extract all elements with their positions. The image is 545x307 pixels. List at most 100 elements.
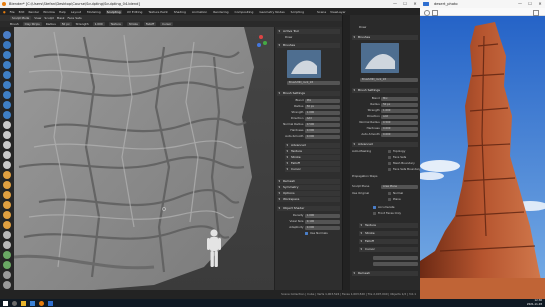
- menu-view[interactable]: View: [34, 16, 41, 20]
- props-cursor-slider[interactable]: [373, 255, 418, 260]
- 3d-viewport[interactable]: [14, 27, 274, 290]
- nudge-tool-icon[interactable]: [3, 231, 11, 239]
- active-tool-header[interactable]: Active Tool: [277, 29, 340, 34]
- hardness-row[interactable]: Hardness 0.000: [277, 128, 340, 133]
- close-button[interactable]: ✕: [410, 0, 420, 8]
- object-shader-section[interactable]: Object Shader: [277, 206, 340, 211]
- menu-render[interactable]: Render: [28, 10, 39, 14]
- blend-field[interactable]: Blend Mix: [277, 98, 340, 103]
- scrape-tool-icon[interactable]: [3, 151, 11, 159]
- props-hardness-row[interactable]: Hardness 0.000: [352, 126, 418, 131]
- mode-dropdown[interactable]: Sculpt Mode: [10, 16, 32, 20]
- mask-tool-icon[interactable]: [3, 251, 11, 259]
- grab-tool-icon[interactable]: [3, 181, 11, 189]
- props-blend-row[interactable]: Blend Mix: [352, 96, 418, 101]
- orig-plane-checkbox[interactable]: [388, 198, 391, 201]
- accumulate-checkbox[interactable]: [373, 206, 376, 209]
- maximize-button[interactable]: ☐: [400, 0, 410, 8]
- props-brush-thumbnail[interactable]: [361, 43, 399, 73]
- tab-geometry-nodes[interactable]: Geometry Nodes: [258, 10, 285, 14]
- props-brush-file-field[interactable]: Brush.MD_rock_18: [352, 77, 418, 82]
- view-layer-selector[interactable]: ViewLayer: [330, 10, 345, 14]
- adaptivity-row[interactable]: Adaptivity 0.000: [277, 225, 340, 230]
- cursor-section[interactable]: Cursor: [285, 167, 340, 172]
- props-strength-row[interactable]: Strength 1.000: [352, 108, 418, 113]
- symmetry-section[interactable]: Symmetry: [277, 185, 340, 190]
- clay-thumb-tool-icon[interactable]: [3, 71, 11, 79]
- brush-thumbnail[interactable]: [287, 50, 321, 78]
- sculpt-plane-row[interactable]: Sculpt Plane Area Plane: [352, 184, 418, 189]
- menu-file[interactable]: File: [10, 10, 15, 14]
- menu-face-sets[interactable]: Face Sets: [67, 16, 81, 20]
- pose-tool-icon[interactable]: [3, 221, 11, 229]
- brushes-header[interactable]: Brushes: [277, 43, 340, 48]
- photo-close-button[interactable]: ✕: [535, 0, 545, 8]
- tab-compositing[interactable]: Compositing: [234, 10, 255, 14]
- props-stroke-section[interactable]: Stroke: [359, 231, 418, 236]
- flatten-tool-icon[interactable]: [3, 131, 11, 139]
- props-brushes-header[interactable]: Brushes: [352, 35, 418, 40]
- front-faces-checkbox[interactable]: [373, 212, 376, 215]
- workspace-section[interactable]: Workspace: [277, 197, 340, 202]
- multires-tool-icon[interactable]: [3, 161, 11, 169]
- props-texture-section[interactable]: Texture: [359, 223, 418, 228]
- props-remesh-section[interactable]: Remesh: [352, 271, 418, 276]
- props-normal-radius-row[interactable]: Normal Radius 0.500: [352, 120, 418, 125]
- inflate-tool-icon[interactable]: [3, 91, 11, 99]
- advanced-section[interactable]: Advanced: [285, 143, 340, 148]
- tab-rendering[interactable]: Rendering: [212, 10, 229, 14]
- options-section[interactable]: Options: [277, 191, 340, 196]
- tab-layout[interactable]: Layout: [70, 10, 82, 14]
- thumb-tool-icon[interactable]: [3, 211, 11, 219]
- props-advanced-header[interactable]: Advanced: [352, 142, 418, 147]
- voxel-size-row[interactable]: Voxel Size 0.100: [277, 219, 340, 224]
- box-mask-tool-icon[interactable]: [3, 261, 11, 269]
- tab-uv-editing[interactable]: UV Editing: [126, 10, 144, 14]
- brush-dropdown[interactable]: Clay Strips: [22, 22, 42, 26]
- face-sets-checkbox[interactable]: [388, 156, 391, 159]
- clay-tool-icon[interactable]: [3, 51, 11, 59]
- radius-field[interactable]: 50 px: [59, 22, 72, 26]
- minimize-button[interactable]: —: [390, 0, 400, 8]
- props-brush-settings-header[interactable]: Brush Settings: [352, 88, 418, 93]
- face-sets-boundary-checkbox[interactable]: [388, 168, 391, 171]
- tab-modeling[interactable]: Modeling: [86, 10, 102, 14]
- photo-minimize-button[interactable]: —: [515, 0, 525, 8]
- direction-row[interactable]: Direction Add: [277, 116, 340, 121]
- normal-radius-row[interactable]: Normal Radius 0.500: [277, 122, 340, 127]
- blender-menu-icon[interactable]: ●: [3, 10, 6, 14]
- rotate-tool-icon[interactable]: [3, 241, 11, 249]
- falloff-dropdown[interactable]: Falloff: [143, 22, 157, 26]
- start-icon[interactable]: [3, 300, 8, 306]
- snake-hook-tool-icon[interactable]: [3, 201, 11, 209]
- density-row[interactable]: Density 1.000: [277, 213, 340, 218]
- falloff-section[interactable]: Falloff: [285, 161, 340, 166]
- draw-sharp-tool-icon[interactable]: [3, 41, 11, 49]
- tab-animation[interactable]: Animation: [191, 10, 208, 14]
- strength-field[interactable]: 1.000: [92, 22, 105, 26]
- props-cursor-slider-2[interactable]: [373, 261, 418, 266]
- radius-row[interactable]: Radius 50 px: [277, 104, 340, 109]
- blender-taskbar-icon[interactable]: [39, 300, 44, 306]
- menu-edit[interactable]: Edit: [19, 10, 25, 14]
- topology-checkbox[interactable]: [388, 150, 391, 153]
- photos-taskbar-icon[interactable]: [48, 300, 53, 306]
- props-falloff-section[interactable]: Falloff: [359, 239, 418, 244]
- menu-window[interactable]: Window: [43, 10, 55, 14]
- menu-mask[interactable]: Mask: [57, 16, 65, 20]
- props-cursor-section[interactable]: Cursor: [359, 247, 418, 252]
- pinch-tool-icon[interactable]: [3, 171, 11, 179]
- remesh-section[interactable]: Remesh: [277, 179, 340, 184]
- tab-texture-paint[interactable]: Texture Paint: [147, 10, 168, 14]
- tab-scripting[interactable]: Scripting: [290, 10, 305, 14]
- browser-icon[interactable]: [30, 300, 35, 306]
- layer-tool-icon[interactable]: [3, 81, 11, 89]
- stroke-section[interactable]: Stroke: [285, 155, 340, 160]
- props-radius-row[interactable]: Radius 50 px: [352, 102, 418, 107]
- smooth-tool-icon[interactable]: [3, 121, 11, 129]
- mesh-boundary-checkbox[interactable]: [388, 162, 391, 165]
- cursor-dropdown[interactable]: Cursor: [160, 22, 174, 26]
- menu-help[interactable]: Help: [59, 10, 66, 14]
- draw-tool-icon[interactable]: [3, 31, 11, 39]
- fill-tool-icon[interactable]: [3, 141, 11, 149]
